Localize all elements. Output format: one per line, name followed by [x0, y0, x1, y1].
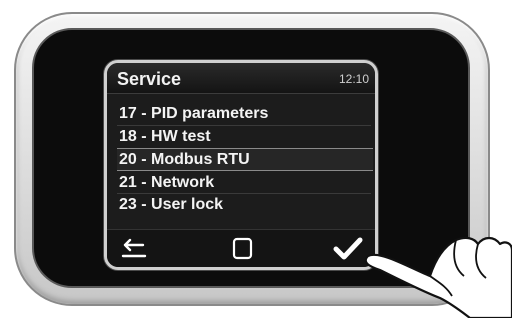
menu-item-network[interactable]: 21 - Network [119, 172, 369, 193]
checkmark-icon [333, 237, 363, 260]
square-icon [232, 237, 253, 260]
display-screen: Service 12:10 17 - PID parameters 18 - H… [104, 60, 378, 270]
clock: 12:10 [338, 72, 369, 86]
back-arrow-icon [121, 238, 147, 258]
screen-title: Service [117, 69, 182, 89]
menu-item-user-lock[interactable]: 23 - User lock [119, 194, 369, 215]
softkey-bar [107, 229, 375, 267]
menu-item-modbus-rtu[interactable]: 20 - Modbus RTU [117, 148, 373, 171]
header-bar: Service 12:10 [107, 63, 375, 94]
center-button[interactable] [227, 236, 257, 262]
menu-item-hw-test[interactable]: 18 - HW test [119, 126, 369, 147]
back-button[interactable] [121, 236, 151, 262]
confirm-button[interactable] [333, 236, 363, 262]
menu-item-pid-parameters[interactable]: 17 - PID parameters [119, 103, 369, 124]
